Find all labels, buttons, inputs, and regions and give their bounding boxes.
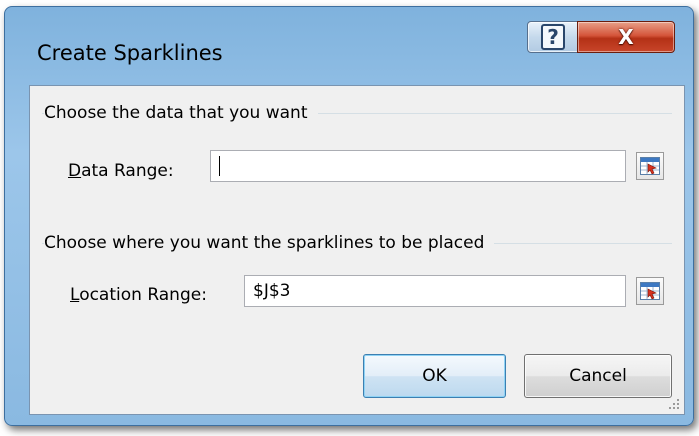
data-range-label: Data Range: bbox=[68, 161, 174, 181]
location-range-label-text: ocation Range: bbox=[79, 285, 207, 305]
location-range-label: Location Range: bbox=[70, 285, 207, 305]
dialog-title: Create Sparklines bbox=[37, 41, 223, 65]
dialog-body: Choose the data that you want Data Range… bbox=[29, 85, 685, 415]
help-icon: ? bbox=[541, 24, 565, 50]
data-range-accesskey: D bbox=[68, 161, 82, 181]
close-icon: X bbox=[618, 25, 634, 49]
location-range-value: $J$3 bbox=[253, 281, 291, 301]
collapse-dialog-icon bbox=[640, 157, 660, 175]
cancel-button[interactable]: Cancel bbox=[524, 354, 672, 398]
location-range-collapse-button[interactable] bbox=[636, 277, 664, 305]
close-button[interactable]: X bbox=[577, 21, 675, 53]
data-range-input[interactable] bbox=[210, 150, 626, 182]
location-group-heading: Choose where you want the sparklines to … bbox=[44, 233, 495, 253]
data-range-label-text: ata Range: bbox=[81, 161, 174, 181]
title-bar[interactable]: Create Sparklines ? X bbox=[5, 7, 693, 85]
collapse-dialog-icon bbox=[640, 282, 660, 300]
ok-button[interactable]: OK bbox=[363, 354, 506, 398]
text-cursor bbox=[219, 156, 220, 176]
resize-grip-icon[interactable] bbox=[666, 396, 680, 410]
data-range-collapse-button[interactable] bbox=[636, 152, 664, 180]
create-sparklines-dialog: Create Sparklines ? X Choose the data th… bbox=[4, 6, 694, 426]
help-button[interactable]: ? bbox=[527, 21, 579, 53]
data-group-heading: Choose the data that you want bbox=[44, 103, 318, 123]
location-range-input[interactable]: $J$3 bbox=[244, 275, 626, 307]
location-range-accesskey: L bbox=[70, 285, 80, 305]
